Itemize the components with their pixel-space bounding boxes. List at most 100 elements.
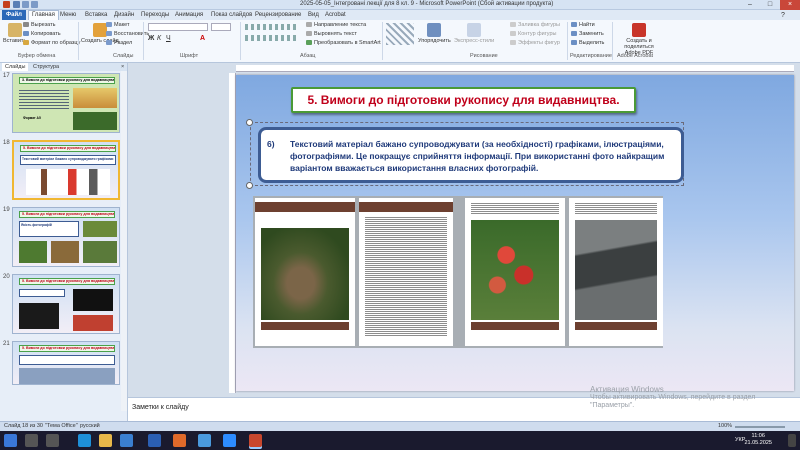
list-number: 6)	[267, 139, 275, 149]
group-editing: Редактирование	[570, 53, 612, 59]
zoom-level[interactable]: 100%	[718, 423, 732, 429]
resize-handle[interactable]	[246, 119, 253, 126]
reset-icon	[106, 31, 112, 37]
file-tab[interactable]: Файл	[2, 10, 26, 20]
telegram-icon[interactable]	[198, 434, 211, 447]
text-direction-button[interactable]: Направление текста	[306, 22, 366, 29]
book-pages-image[interactable]	[253, 196, 663, 348]
quick-styles-button[interactable]: Экспресс-стили	[454, 23, 494, 44]
save-icon[interactable]	[13, 1, 20, 8]
arrange-button[interactable]: Упорядочить	[418, 23, 451, 44]
windows-start-icon[interactable]	[4, 434, 17, 447]
bold-button[interactable]: Ж	[148, 35, 154, 42]
firefox-icon[interactable]	[173, 434, 186, 447]
mail-icon[interactable]	[120, 434, 133, 447]
pane-scrollbar[interactable]	[121, 71, 127, 411]
font-color-button[interactable]: A	[200, 35, 205, 42]
section-button[interactable]: Раздел	[106, 40, 132, 47]
font-size-select[interactable]	[211, 23, 231, 31]
fill-icon	[510, 22, 516, 28]
notifications-icon[interactable]	[788, 434, 796, 447]
slide-title[interactable]: 5. Вимоги до підготовки рукопису для вид…	[291, 87, 636, 113]
tab-slideshow[interactable]: Показ слайдов	[208, 11, 255, 20]
shapes-gallery[interactable]	[386, 23, 414, 45]
thumbnail-text: Якість фотографій	[19, 221, 79, 237]
select-button[interactable]: Выделить	[571, 40, 604, 47]
slide-thumbnail-21[interactable]: 5. Вимоги до підготовки рукопису для вид…	[12, 341, 120, 385]
system-clock[interactable]: 11:06 21.05.2025	[744, 433, 772, 447]
caption-bar	[471, 322, 559, 330]
zoom-slider[interactable]	[735, 426, 785, 428]
tab-animation[interactable]: Анимация	[172, 11, 206, 20]
undo-icon[interactable]	[22, 1, 29, 8]
thumbnail-title: 5. Вимоги до підготовки рукопису для вид…	[19, 211, 115, 218]
replace-button[interactable]: Заменить	[571, 31, 604, 38]
divider	[382, 22, 383, 60]
slide-thumbnail-19[interactable]: 5. Вимоги до підготовки рукопису для вид…	[12, 207, 120, 267]
italic-button[interactable]: К	[157, 35, 161, 42]
caption-bar	[261, 322, 349, 330]
tab-review[interactable]: Рецензирование	[252, 11, 304, 20]
current-slide[interactable]: 5. Вимоги до підготовки рукопису для вид…	[236, 75, 794, 391]
content-callout[interactable]: 6) Текстовий матеріал бажано супроводжув…	[258, 127, 684, 183]
layout-button[interactable]: Макет	[106, 22, 130, 29]
help-icon[interactable]: ?	[778, 11, 788, 20]
tab-view[interactable]: Вид	[305, 11, 322, 20]
list-buttons[interactable]	[245, 24, 297, 30]
brush-icon	[23, 40, 29, 46]
slides-pane: Слайды Структура × 17 3. Вимоги до підго…	[0, 63, 128, 421]
cut-button[interactable]: Вырезать	[23, 22, 55, 29]
slide-thumbnail-18[interactable]: 5. Вимоги до підготовки рукопису для вид…	[12, 140, 120, 200]
align-buttons[interactable]	[245, 35, 297, 41]
file-explorer-icon[interactable]	[99, 434, 112, 447]
redo-icon[interactable]	[31, 1, 38, 8]
maximize-icon[interactable]: □	[760, 0, 780, 10]
tab-slides[interactable]: Слайды	[2, 63, 29, 71]
tab-insert[interactable]: Вставка	[82, 11, 110, 20]
tab-menu[interactable]: Меню	[57, 11, 79, 20]
shape-effects-button[interactable]: Эффекты фигур	[510, 40, 560, 47]
thumbnail-image	[19, 241, 47, 263]
word-icon[interactable]	[148, 434, 161, 447]
copy-button[interactable]: Копировать	[23, 31, 61, 38]
powerpoint-taskbar-icon[interactable]	[249, 434, 262, 447]
close-icon[interactable]: ×	[780, 0, 800, 10]
shape-fill-button[interactable]: Заливка фигуры	[510, 22, 560, 29]
tab-outline[interactable]: Структура	[30, 63, 62, 71]
layout-icon	[106, 22, 112, 28]
edge-browser-icon[interactable]	[78, 434, 91, 447]
thumbnail-text: Формат А5	[23, 116, 41, 120]
task-view-icon[interactable]	[46, 434, 59, 447]
format-painter-button[interactable]: Формат по образцу	[23, 40, 80, 47]
tab-acrobat[interactable]: Acrobat	[322, 11, 349, 20]
status-bar: Слайд 18 из 30 "Тема Office" русский 100…	[0, 421, 800, 431]
photo-tomatoes	[471, 220, 559, 320]
search-icon[interactable]	[25, 434, 38, 447]
slide-thumbnail-20[interactable]: 5. Вимоги до підготовки рукопису для вид…	[12, 274, 120, 334]
book-page	[255, 198, 355, 346]
tab-transitions[interactable]: Переходы	[138, 11, 172, 20]
underline-button[interactable]: Ч	[166, 35, 171, 42]
close-pane-icon[interactable]: ×	[118, 63, 127, 71]
paste-icon	[7, 23, 22, 37]
find-button[interactable]: Найти	[571, 22, 595, 29]
smartart-button[interactable]: Преобразовать в SmartArt	[306, 40, 381, 47]
pane-tabs: Слайды Структура ×	[0, 63, 127, 71]
divider	[612, 22, 613, 60]
thumbnail-image	[83, 241, 117, 263]
resize-handle[interactable]	[246, 182, 253, 189]
smartart-icon	[306, 40, 312, 46]
tab-home[interactable]: Главная	[28, 10, 59, 20]
thumbnail-image	[73, 112, 117, 130]
powerpoint-logo-icon	[3, 1, 10, 8]
tab-design[interactable]: Дизайн	[111, 11, 137, 20]
font-name-select[interactable]	[148, 23, 208, 31]
minimize-icon[interactable]: –	[740, 0, 760, 10]
shape-outline-button[interactable]: Контур фигуры	[510, 31, 556, 38]
zoom-app-icon[interactable]	[223, 434, 236, 447]
slide-thumbnail-17[interactable]: 3. Вимоги до підготовки рукопису для вид…	[12, 73, 120, 133]
slide-number: 21	[3, 341, 10, 347]
language[interactable]: русский	[80, 423, 100, 429]
create-pdf-button[interactable]: Создать и поделиться Adobe PDF	[616, 23, 662, 56]
align-text-button[interactable]: Выровнять текст	[306, 31, 357, 38]
